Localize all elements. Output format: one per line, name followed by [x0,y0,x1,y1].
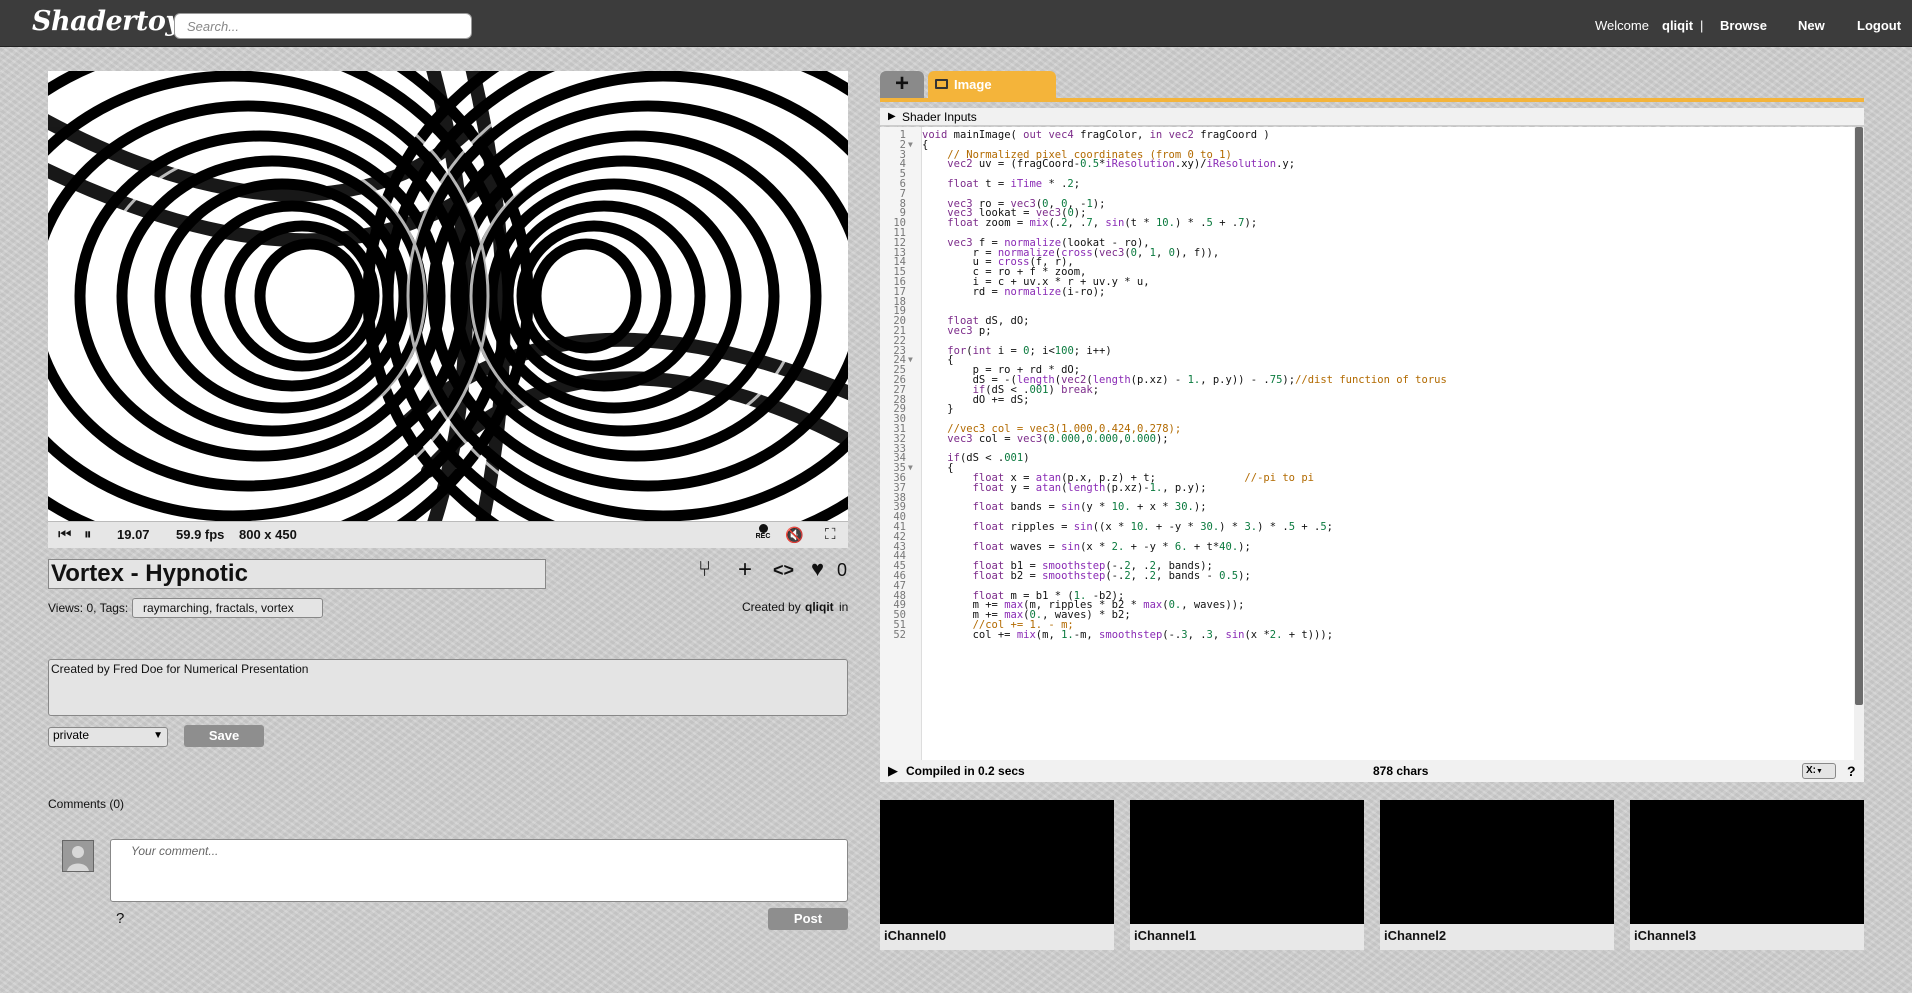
fullscreen-icon[interactable]: ⛶ [825,526,836,543]
editor-scrollbar[interactable] [1854,127,1864,760]
heart-icon[interactable]: ♥ [811,556,824,582]
channel-1[interactable]: iChannel1 [1130,800,1364,950]
user-silhouette-icon [67,846,89,871]
save-button[interactable]: Save [184,725,264,747]
shader-inputs-label: Shader Inputs [902,110,977,124]
search-input[interactable] [174,13,472,39]
channel-preview[interactable] [880,800,1114,924]
compiled-text: Compiled in 0.2 secs [906,764,1025,778]
tags-field[interactable]: raymarching, fractals, vortex [132,598,323,618]
add-tab-button[interactable]: + [880,71,924,99]
nav-separator: | [1700,18,1704,33]
channel-3[interactable]: iChannel3 [1630,800,1864,950]
channel-0[interactable]: iChannel0 [880,800,1114,950]
comment-input[interactable]: Your comment... [110,839,848,902]
editor-help-icon[interactable]: ? [1847,760,1856,782]
line-number: 52 [893,628,906,641]
channel-label: iChannel2 [1384,928,1447,943]
top-bar: Shadertoy Welcome qliqit | Browse New Lo… [0,0,1912,47]
shader-inputs-toggle[interactable]: ▶ Shader Inputs [880,108,1864,126]
add-icon[interactable]: + [738,556,752,584]
likes-count: 0 [837,560,848,580]
scrollbar-thumb[interactable] [1855,127,1863,705]
new-link[interactable]: New [1798,18,1825,33]
browse-link[interactable]: Browse [1720,18,1767,33]
channel-label: iChannel3 [1634,928,1697,943]
comment-help-icon[interactable]: ? [116,910,124,927]
channel-preview[interactable] [1380,800,1614,924]
views-tags-label: Views: 0, Tags: [48,601,129,615]
tab-image[interactable]: Image [928,71,1056,99]
post-button[interactable]: Post [768,908,848,930]
rec-label: REC [755,533,771,540]
time-display: 19.07 [117,527,150,542]
code-icon[interactable]: <> [773,560,794,581]
fork-icon[interactable]: ⑂ [698,556,711,582]
welcome-text: Welcome [1595,18,1649,33]
triangle-right-icon: ▶ [888,111,896,122]
resolution-display: 800 x 450 [239,527,297,542]
record-icon [758,524,768,533]
privacy-select[interactable]: private ▼ [48,727,168,747]
rewind-icon[interactable]: ⏮ [58,526,72,543]
chevron-down-icon: ▼ [1816,768,1823,775]
channel-preview[interactable] [1630,800,1864,924]
compile-play-icon[interactable]: ▶ [888,760,898,782]
username-link[interactable]: qliqit [1662,18,1693,33]
player-controls: ⏮ ⏸ 19.07 59.9 fps 800 x 450 REC 🔇 ⛶ [48,521,848,548]
record-button[interactable]: REC [752,524,774,540]
author-link[interactable]: qliqit [805,600,834,614]
code-line[interactable]: 52 col += mix(m, 1.-m, smoothstep(-.3, .… [880,629,1840,641]
tab-image-label: Image [954,77,992,92]
privacy-value: private [53,728,90,742]
channel-preview[interactable] [1130,800,1364,924]
fps-display: 59.9 fps [176,527,225,542]
code-editor[interactable]: 1 void mainImage( out vec4 fragColor, in … [880,127,1864,760]
compile-status-bar: ▶ Compiled in 0.2 secs 878 chars X:▼ ? [880,760,1864,782]
font-size-value: X: [1806,765,1816,776]
created-by-label: Created by [742,600,801,614]
volume-icon[interactable]: 🔇 [785,526,804,544]
channel-label: iChannel0 [884,928,947,943]
description-field[interactable]: Created by Fred Doe for Numerical Presen… [48,659,848,716]
avatar [62,840,94,872]
code-text: col += mix(m, 1.-m, smoothstep(-.3, .3, … [922,628,1334,641]
created-suffix: in [839,600,849,614]
char-count: 878 chars [1373,764,1429,778]
shader-title-input[interactable]: Vortex - Hypnotic [48,559,546,589]
monitor-icon [935,79,948,89]
logout-link[interactable]: Logout [1857,18,1901,33]
comments-heading: Comments (0) [48,797,125,811]
channel-label: iChannel1 [1134,928,1197,943]
font-size-select[interactable]: X:▼ [1802,763,1836,779]
channel-2[interactable]: iChannel2 [1380,800,1614,950]
chevron-down-icon: ▼ [153,730,163,741]
tab-underline [880,98,1864,102]
shader-canvas[interactable] [48,71,848,521]
pause-icon[interactable]: ⏸ [84,526,92,543]
shadertoy-logo[interactable]: Shadertoy [32,6,181,37]
